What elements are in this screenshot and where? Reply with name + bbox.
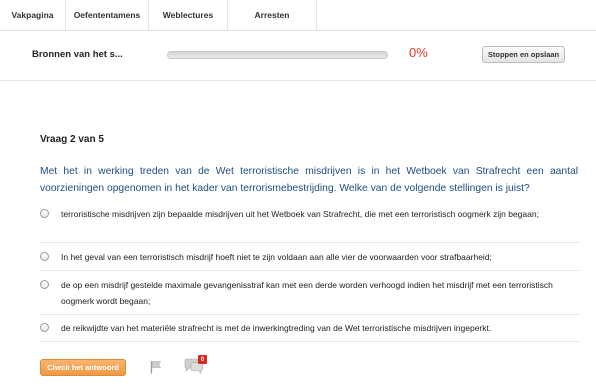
tab-vakpagina[interactable]: Vakpagina: [0, 0, 66, 30]
question-counter: Vraag 2 van 5: [40, 134, 104, 145]
divider: [40, 341, 580, 342]
answer-option[interactable]: de reikwijdte van het materiële strafrec…: [40, 320, 580, 336]
divider: [40, 314, 580, 315]
answer-option-label: de reikwijdte van het materiële strafrec…: [61, 323, 492, 333]
progress-header: Bronnen van het s... 0% Stoppen en opsla…: [0, 31, 596, 81]
progress-bar: [167, 51, 388, 59]
answer-option-label: terroristische misdrijven zijn bepaalde …: [61, 209, 539, 219]
stop-and-save-button[interactable]: Stoppen en opslaan: [482, 46, 565, 63]
flag-icon[interactable]: [150, 360, 162, 374]
divider: [40, 242, 580, 243]
radio-button[interactable]: [40, 209, 49, 218]
course-title: Bronnen van het s...: [32, 49, 123, 60]
question-text: Met het in werking treden van de Wet ter…: [40, 166, 578, 194]
radio-button[interactable]: [40, 252, 49, 261]
tab-arresten[interactable]: Arresten: [228, 0, 317, 30]
answer-option[interactable]: de op een misdrijf gestelde maximale gev…: [40, 277, 580, 309]
comment-count-badge: 0: [198, 355, 207, 364]
radio-button[interactable]: [40, 280, 49, 289]
radio-button[interactable]: [40, 323, 49, 332]
tab-oefententamens[interactable]: Oefententamens: [66, 0, 149, 30]
answer-option[interactable]: In het geval van een terroristisch misdr…: [40, 249, 580, 265]
answer-option-label: In het geval van een terroristisch misdr…: [61, 252, 492, 262]
top-nav: Vakpagina Oefententamens Weblectures Arr…: [0, 0, 596, 31]
answer-option-label: de op een misdrijf gestelde maximale gev…: [61, 280, 553, 306]
tab-weblectures[interactable]: Weblectures: [149, 0, 228, 30]
divider: [40, 270, 580, 271]
check-answer-button[interactable]: Check het antwoord: [40, 359, 126, 376]
answer-option[interactable]: terroristische misdrijven zijn bepaalde …: [40, 206, 580, 222]
progress-percent: 0%: [409, 45, 428, 60]
